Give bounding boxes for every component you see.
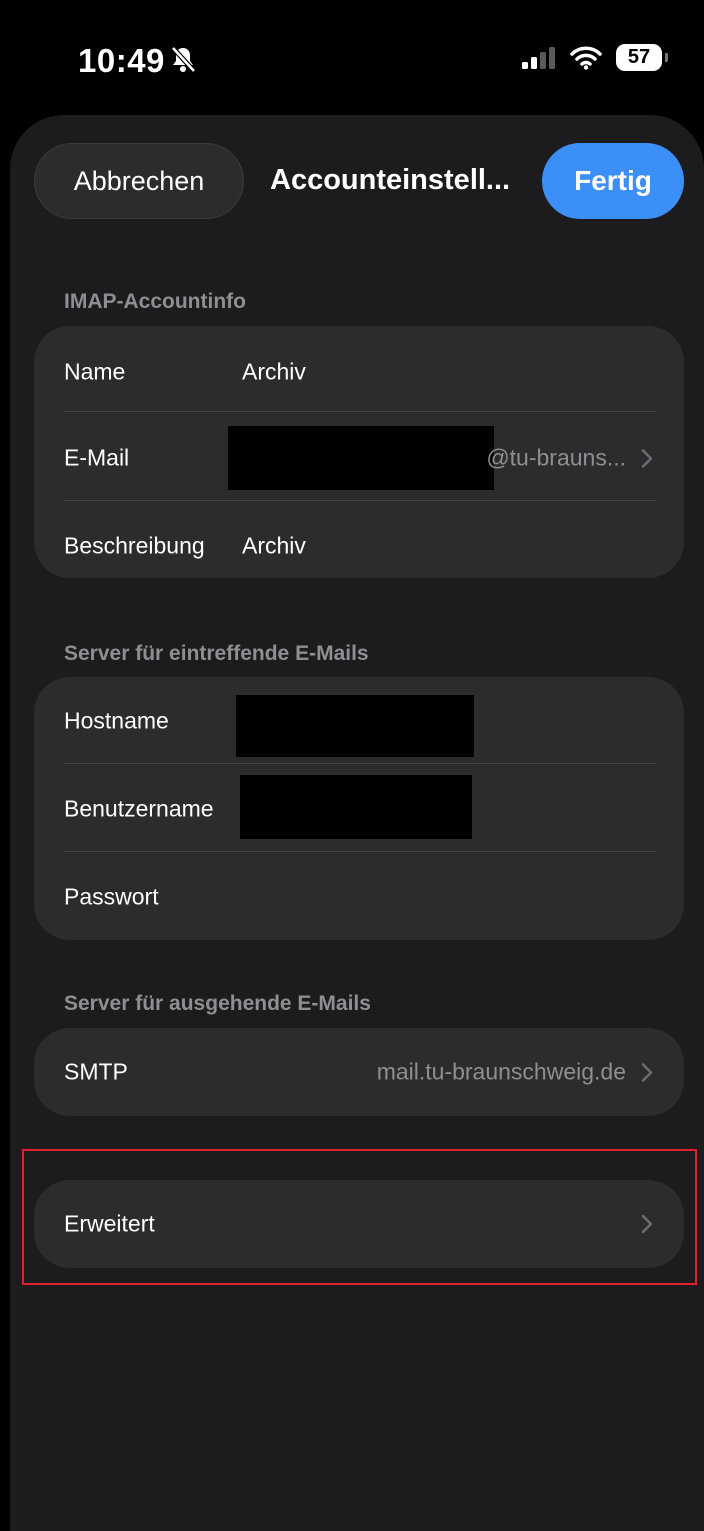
smtp-value-group: mail.tu-braunschweig.de	[377, 1059, 654, 1086]
description-label: Beschreibung	[64, 532, 205, 559]
username-label: Benutzername	[64, 795, 214, 822]
name-value[interactable]: Archiv	[242, 359, 306, 386]
email-suffix: @tu-brauns...	[486, 444, 626, 471]
email-row[interactable]: E-Mail @tu-brauns...	[34, 414, 684, 502]
name-label: Name	[64, 358, 126, 385]
section-header-outgoing: Server für ausgehende E-Mails	[64, 992, 371, 1015]
wifi-icon	[570, 46, 602, 70]
outgoing-server-group: SMTP mail.tu-braunschweig.de	[34, 1028, 684, 1116]
divider	[64, 411, 656, 412]
redacted-hostname-box	[236, 695, 474, 757]
bell-slash-icon	[171, 46, 196, 73]
status-time: 10:49	[78, 42, 165, 79]
password-label: Passwort	[64, 883, 159, 910]
redacted-email-box	[228, 426, 494, 490]
smtp-label: SMTP	[64, 1058, 128, 1085]
cancel-button[interactable]: Abbrechen	[34, 143, 244, 219]
smtp-value: mail.tu-braunschweig.de	[376, 1058, 626, 1085]
divider	[64, 500, 656, 501]
done-button[interactable]: Fertig	[542, 143, 684, 219]
description-row[interactable]: Beschreibung Archiv	[34, 502, 684, 590]
section-header-imap: IMAP-Accountinfo	[64, 290, 246, 313]
incoming-server-group: Hostname Benutzername Passwort	[34, 677, 684, 940]
cellular-signal-icon	[522, 46, 555, 69]
hostname-row[interactable]: Hostname	[34, 677, 684, 765]
description-value[interactable]: Archiv	[242, 533, 306, 560]
chevron-right-icon	[641, 1062, 653, 1082]
page-title: Accounteinstell...	[270, 164, 511, 196]
username-row[interactable]: Benutzername	[34, 765, 684, 853]
hostname-label: Hostname	[64, 707, 169, 734]
status-bar: 10:49 57	[0, 0, 704, 110]
highlight-box	[22, 1149, 697, 1285]
battery-indicator: 57	[616, 44, 668, 71]
divider	[64, 763, 656, 764]
password-row[interactable]: Passwort	[34, 853, 684, 941]
divider	[64, 851, 656, 852]
email-value-group: @tu-brauns...	[486, 445, 654, 472]
email-label: E-Mail	[64, 444, 130, 471]
redacted-username-box	[240, 775, 472, 839]
section-header-incoming: Server für eintreffende E-Mails	[64, 642, 369, 665]
chevron-right-icon	[641, 448, 653, 468]
name-row[interactable]: Name Archiv	[34, 328, 684, 416]
imap-account-group: Name Archiv E-Mail @tu-brauns... Beschre…	[34, 326, 684, 578]
smtp-row[interactable]: SMTP mail.tu-braunschweig.de	[34, 1028, 684, 1116]
